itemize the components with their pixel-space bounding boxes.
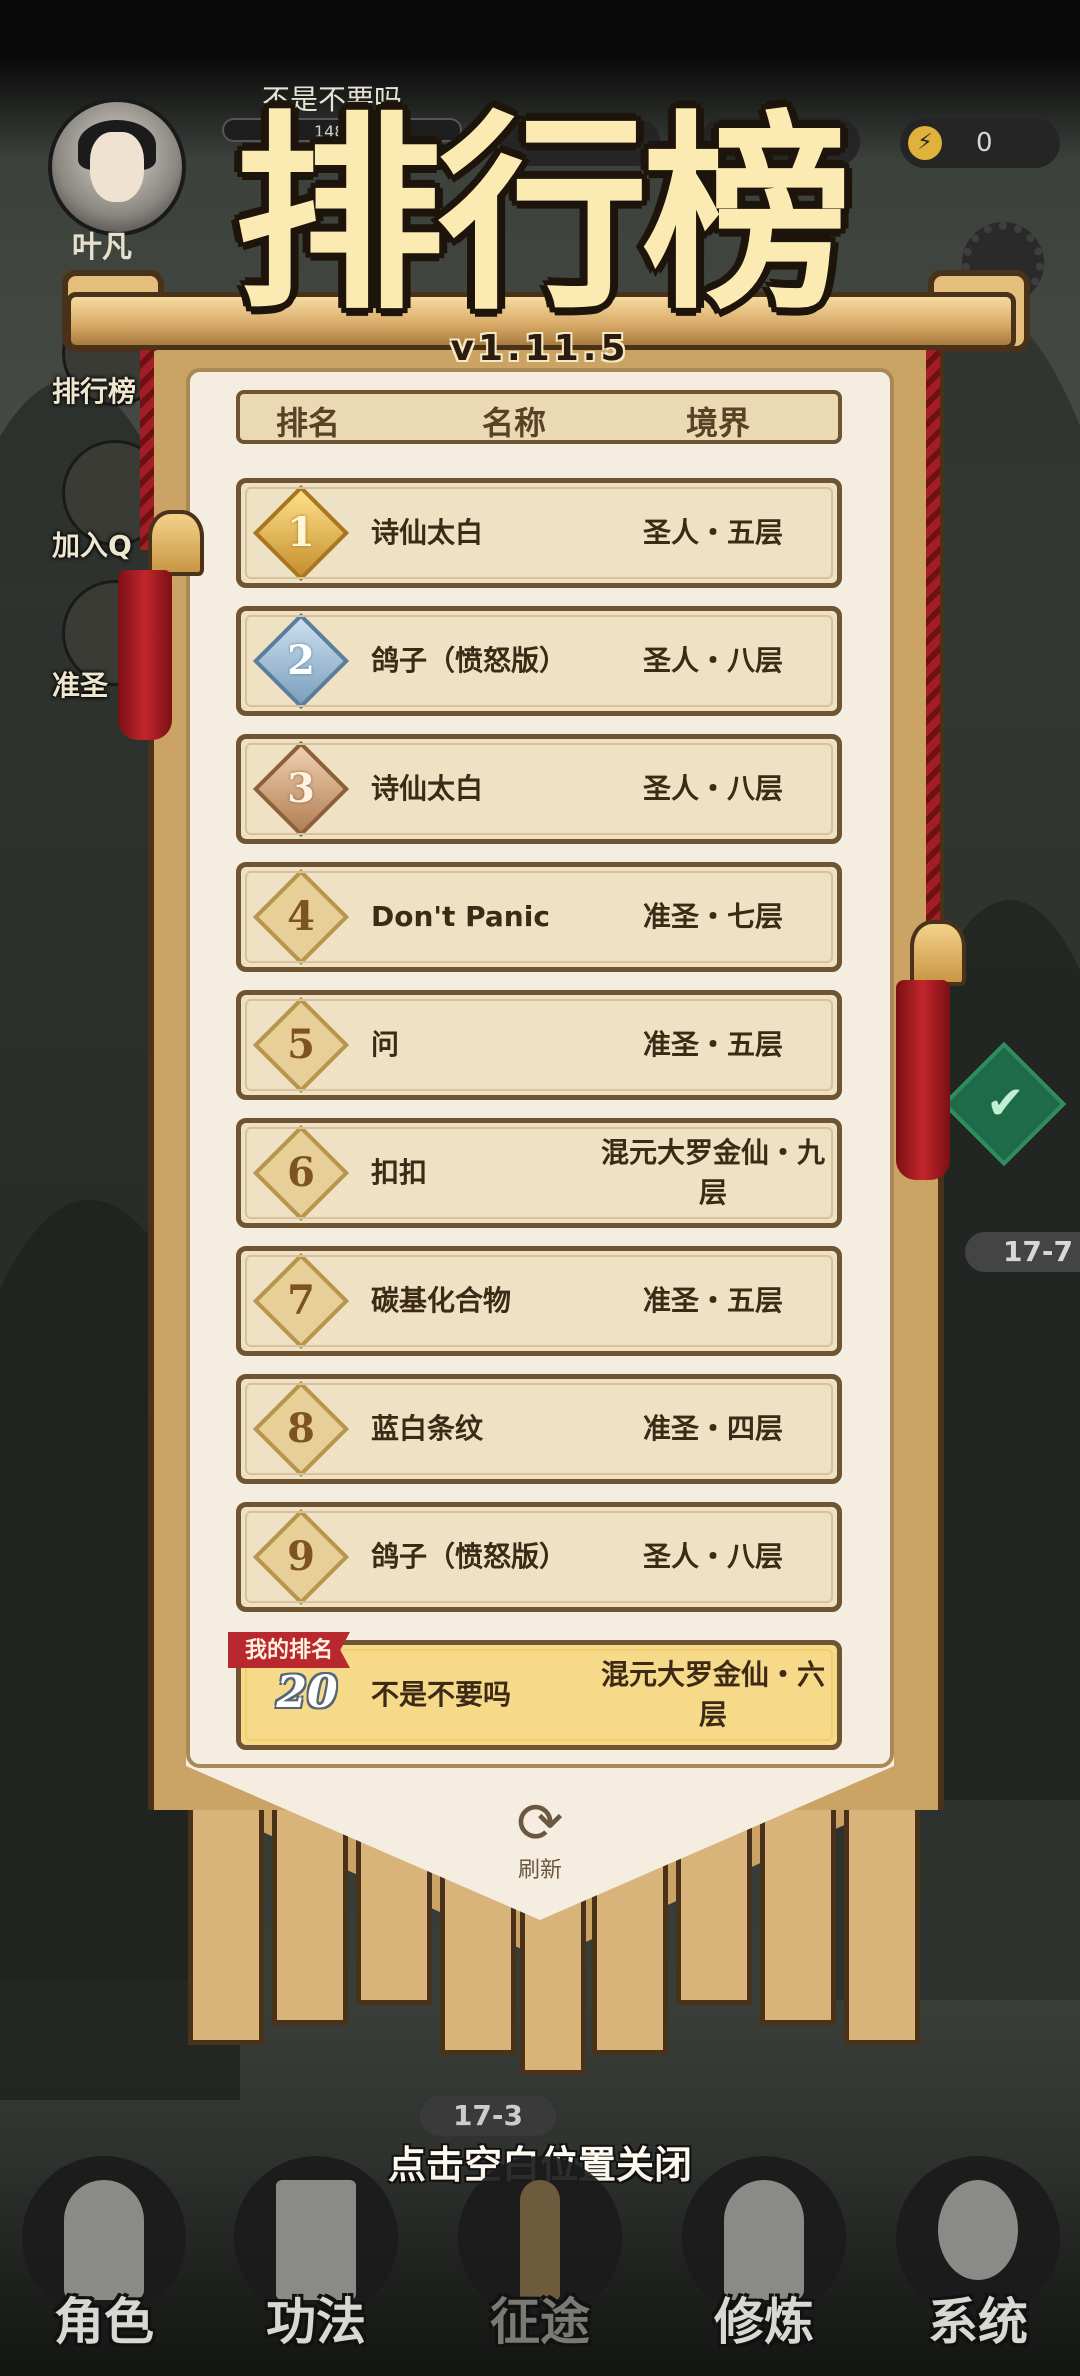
rank-number: 6: [287, 1149, 315, 1196]
rank-number: 1: [287, 509, 315, 556]
my-rank-number: 20: [276, 1667, 338, 1718]
nav-character[interactable]: 角色: [12, 2150, 192, 2370]
rank-number: 4: [287, 893, 315, 940]
header-name: 名称: [482, 404, 547, 442]
nav-system[interactable]: 系统: [886, 2150, 1066, 2370]
tassel-right: [896, 980, 950, 1180]
player-name: 蓝白条纹: [371, 1412, 484, 1445]
header-realm: 境界: [686, 404, 751, 442]
player-realm: 准圣・五层: [642, 1028, 783, 1061]
player-name: 碳基化合物: [371, 1284, 512, 1317]
bell-right: [910, 920, 966, 986]
leaderboard-row[interactable]: 9 鸽子（愤怒版） 圣人・八层: [236, 1502, 842, 1612]
nav-cultivate-label: 修炼: [714, 2292, 814, 2351]
player-realm: 混元大罗金仙・九层: [600, 1136, 825, 1209]
tassel-cord-right: [926, 350, 940, 930]
system-girl-icon: [938, 2180, 1018, 2280]
my-rank-tag: 我的排名: [228, 1632, 350, 1668]
leaderboard-header: 排名 名称 境界: [236, 390, 842, 444]
check-icon: ✔: [986, 1075, 1025, 1130]
player-realm: 准圣・七层: [642, 900, 783, 933]
player-realm: 圣人・八层: [642, 772, 783, 805]
player-name: 扣扣: [371, 1156, 428, 1189]
my-player-realm: 混元大罗金仙・六层: [600, 1658, 825, 1731]
side-menu-gift-label[interactable]: 准圣: [52, 664, 108, 704]
leaderboard-row[interactable]: 3 诗仙太白 圣人・八层: [236, 734, 842, 844]
player-realm: 圣人・五层: [642, 516, 783, 549]
leaderboard-row[interactable]: 8 蓝白条纹 准圣・四层: [236, 1374, 842, 1484]
leaderboard-row[interactable]: 1 诗仙太白 圣人・五层: [236, 478, 842, 588]
rank-number: 2: [287, 637, 315, 684]
banner-fringe: [844, 1780, 920, 2045]
nav-system-label: 系统: [928, 2292, 1028, 2351]
rank-number: 7: [287, 1277, 315, 1324]
refresh-button[interactable]: ⟳ 刷新: [500, 1791, 580, 1884]
player-realm: 圣人・八层: [642, 1540, 783, 1573]
nav-journey[interactable]: 征途: [448, 2150, 628, 2370]
leaderboard-row[interactable]: 4 Don't Panic 准圣・七层: [236, 862, 842, 972]
rank-number: 3: [287, 765, 315, 812]
player-name: 诗仙太白: [371, 516, 484, 549]
player-realm: 准圣・五层: [642, 1284, 783, 1317]
player-realm: 圣人・八层: [642, 644, 783, 677]
stage-label-right[interactable]: 17-7: [965, 1232, 1080, 1272]
header-rank: 排名: [276, 404, 341, 442]
stage-label-bottom[interactable]: 17-3: [420, 2096, 556, 2136]
nav-skills-label: 功法: [266, 2292, 366, 2351]
rank-number: 8: [287, 1405, 315, 1452]
player-name: 问: [371, 1028, 400, 1061]
nav-skills[interactable]: 功法: [224, 2150, 404, 2370]
bell-left: [148, 510, 204, 576]
player-name: 鸽子（愤怒版）: [371, 644, 568, 677]
nav-journey-label: 征途: [490, 2292, 590, 2351]
player-name: 鸽子（愤怒版）: [371, 1540, 568, 1573]
version-label: v1.11.5: [450, 328, 630, 369]
player-name: Don't Panic: [371, 900, 550, 933]
refresh-icon: ⟳: [516, 1791, 564, 1856]
leaderboard-row[interactable]: 6 扣扣 混元大罗金仙・九层: [236, 1118, 842, 1228]
leaderboard-title: 排行榜: [233, 91, 852, 338]
my-player-name: 不是不要吗: [371, 1678, 512, 1711]
player-realm: 准圣・四层: [642, 1412, 783, 1445]
leaderboard-row[interactable]: 5 问 准圣・五层: [236, 990, 842, 1100]
tassel-left: [118, 570, 172, 740]
rank-number: 5: [287, 1021, 315, 1068]
player-name: 诗仙太白: [371, 772, 484, 805]
nav-cultivate[interactable]: 修炼: [672, 2150, 852, 2370]
banner-fringe: [188, 1780, 264, 2045]
side-menu-join-label[interactable]: 加入Q: [52, 524, 132, 564]
refresh-label: 刷新: [517, 1858, 562, 1883]
leaderboard-row[interactable]: 7 碳基化合物 准圣・五层: [236, 1246, 842, 1356]
leaderboard-row[interactable]: 2 鸽子（愤怒版） 圣人・八层: [236, 606, 842, 716]
nav-character-label: 角色: [54, 2292, 154, 2351]
rank-number: 9: [287, 1533, 315, 1580]
side-menu-leaderboard-label[interactable]: 排行榜: [52, 370, 136, 410]
